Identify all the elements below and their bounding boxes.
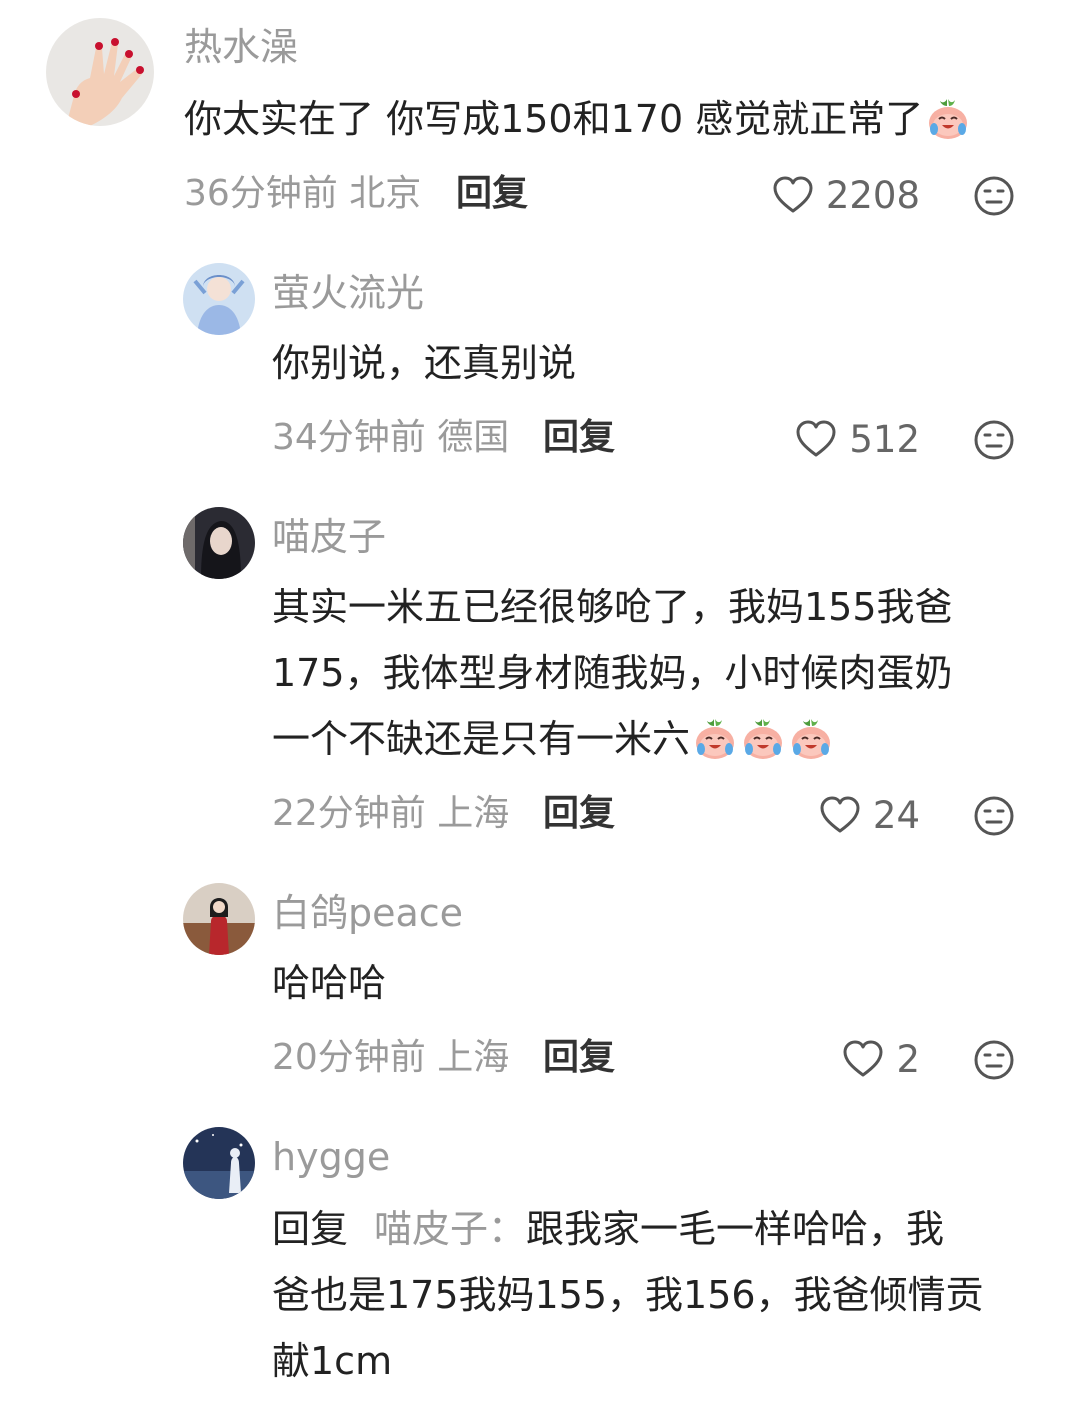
crying-peach-emoji: [692, 715, 738, 761]
comment-text: 回复 喵皮子：跟我家一毛一样哈哈，我 爸也是175我妈155，我156，我爸倾情贡…: [272, 1196, 1032, 1394]
username[interactable]: 萤火流光: [272, 274, 424, 312]
avatar[interactable]: [46, 18, 154, 126]
username[interactable]: 热水澡: [184, 28, 298, 66]
dislike-face-icon: [973, 1039, 1015, 1081]
comment-time: 34分钟前: [272, 417, 426, 458]
comment-text-line: 一个不缺还是只有一米六: [272, 706, 1032, 772]
reply-target-username[interactable]: 喵皮子：: [374, 1207, 526, 1251]
comment-text-line: 献1cm: [272, 1339, 393, 1383]
comment-text-line: 175，我体型身材随我妈，小时候肉蛋奶: [272, 651, 953, 695]
crying-peach-emoji: [925, 95, 971, 141]
like-count: 2208: [825, 173, 920, 217]
crying-peach-emoji: [788, 715, 834, 761]
comment-time: 22分钟前: [272, 793, 426, 834]
crying-peach-emoji: [740, 715, 786, 761]
comment-time: 36分钟前: [184, 173, 338, 214]
comment-meta: 22分钟前 上海: [272, 796, 509, 832]
reply-button[interactable]: 回复: [543, 1040, 615, 1076]
avatar[interactable]: [183, 263, 255, 335]
comment-text-line: 回复 喵皮子：跟我家一毛一样哈哈，我: [272, 1207, 945, 1251]
reply-prefix: 回复: [272, 1207, 349, 1251]
dislike-button[interactable]: [973, 1039, 1015, 1081]
comment-location: 德国: [437, 417, 510, 458]
comment-meta: 36分钟前 北京: [184, 176, 421, 212]
comment-location: 北京: [349, 173, 422, 214]
username[interactable]: 白鸽peace: [272, 894, 463, 932]
comment-text: 你别说，还真别说: [272, 341, 577, 385]
comment-location: 上海: [437, 1037, 510, 1078]
comment-text-line: 爸也是175我妈155，我156，我爸倾情贡: [272, 1273, 984, 1317]
dislike-face-icon: [973, 175, 1015, 217]
dislike-button[interactable]: [973, 419, 1015, 461]
like-count: 24: [872, 793, 920, 837]
like-button[interactable]: 512: [795, 417, 920, 461]
heart-outline-icon: [772, 175, 814, 215]
like-count: 512: [849, 417, 920, 461]
username[interactable]: 喵皮子: [272, 518, 386, 556]
reply-button[interactable]: 回复: [456, 176, 528, 212]
reply-button[interactable]: 回复: [543, 796, 615, 832]
dislike-face-icon: [973, 795, 1015, 837]
heart-outline-icon: [842, 1039, 884, 1079]
comment-text: 其实一米五已经很够呛了，我妈155我爸 175，我体型身材随我妈，小时候肉蛋奶 …: [272, 574, 1032, 772]
dislike-button[interactable]: [973, 795, 1015, 837]
avatar[interactable]: [183, 507, 255, 579]
avatar[interactable]: [183, 883, 255, 955]
dislike-face-icon: [973, 419, 1015, 461]
comment-meta: 34分钟前 德国: [272, 420, 509, 456]
dislike-button[interactable]: [973, 175, 1015, 217]
like-button[interactable]: 2208: [772, 173, 920, 217]
comment-text-line: 其实一米五已经很够呛了，我妈155我爸: [272, 585, 953, 629]
comment-time: 20分钟前: [272, 1037, 426, 1078]
comment-text: 哈哈哈: [272, 961, 387, 1005]
username[interactable]: hygge: [272, 1138, 390, 1176]
reply-button[interactable]: 回复: [543, 420, 615, 456]
like-button[interactable]: 24: [819, 793, 920, 837]
like-count: 2: [896, 1037, 920, 1081]
heart-outline-icon: [819, 795, 861, 835]
like-button[interactable]: 2: [842, 1037, 920, 1081]
comment-text: 你太实在了 你写成150和170 感觉就正常了: [184, 86, 1034, 152]
avatar[interactable]: [183, 1127, 255, 1199]
heart-outline-icon: [795, 419, 837, 459]
comment-location: 上海: [437, 793, 510, 834]
comment-meta: 20分钟前 上海: [272, 1040, 509, 1076]
